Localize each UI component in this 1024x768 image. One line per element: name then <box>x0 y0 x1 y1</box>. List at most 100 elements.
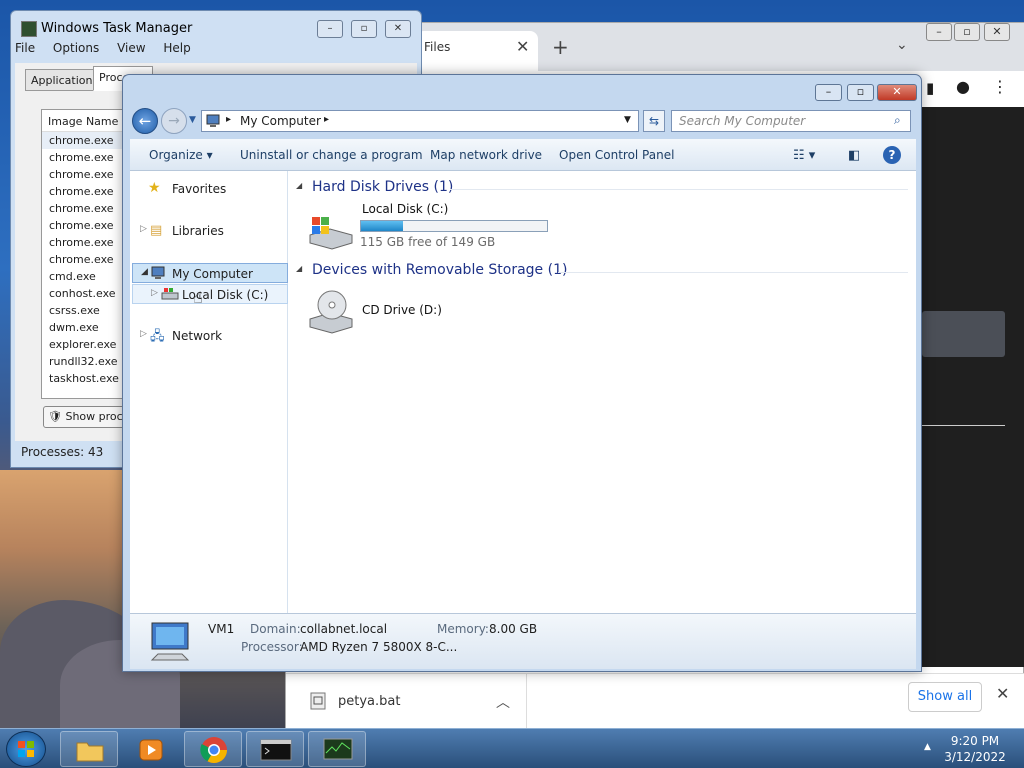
nav-libraries[interactable]: ▷ ▤ Libraries <box>130 221 288 241</box>
help-icon[interactable]: ? <box>883 146 901 164</box>
collapse-arrow-icon[interactable]: ◢ <box>141 267 148 277</box>
search-input[interactable]: Search My Computer ⌕ <box>671 110 911 132</box>
process-row[interactable]: rundll32.exe <box>42 353 130 370</box>
new-tab-icon[interactable]: + <box>552 35 569 59</box>
nav-my-computer-label: My Computer <box>172 267 253 281</box>
taskbar-explorer-button[interactable] <box>60 731 118 767</box>
tray-expand-icon[interactable]: ▲ <box>924 742 931 752</box>
clock-date: 3/12/2022 <box>944 750 1006 764</box>
uninstall-program-button[interactable]: Uninstall or change a program <box>240 148 423 162</box>
process-row[interactable]: explorer.exe <box>42 336 130 353</box>
media-player-icon <box>139 739 163 761</box>
process-row[interactable]: chrome.exe <box>42 200 130 217</box>
process-row[interactable]: chrome.exe <box>42 132 130 149</box>
minimize-button[interactable]: – <box>815 84 842 101</box>
mouse-cursor-hand-icon: ☝ <box>193 288 203 307</box>
process-row[interactable]: chrome.exe <box>42 251 130 268</box>
process-row[interactable]: chrome.exe <box>42 166 130 183</box>
menu-help[interactable]: Help <box>163 41 190 55</box>
close-icon[interactable]: ✕ <box>996 684 1009 703</box>
breadcrumb-my-computer[interactable]: My Computer <box>240 114 321 128</box>
process-row[interactable]: dwm.exe <box>42 319 130 336</box>
search-icon[interactable]: ⌕ <box>894 113 901 128</box>
taskbar-chrome-button[interactable] <box>184 731 242 767</box>
collapse-arrow-icon[interactable]: ◢ <box>296 181 302 190</box>
taskbar-media-player-button[interactable] <box>122 731 180 767</box>
collapse-arrow-icon[interactable]: ◢ <box>296 264 302 273</box>
process-row[interactable]: csrss.exe <box>42 302 130 319</box>
process-row[interactable]: cmd.exe <box>42 268 130 285</box>
chevron-down-icon[interactable]: ⌄ <box>896 37 908 53</box>
chrome-icon <box>200 737 228 764</box>
system-clock[interactable]: 9:20 PM 3/12/2022 <box>940 733 1010 765</box>
view-options-icon[interactable]: ☷ ▾ <box>793 148 815 163</box>
navigation-pane: ★ Favorites ▷ ▤ Libraries ◢ My Computer … <box>130 171 288 613</box>
nav-my-computer[interactable]: ◢ My Computer <box>132 263 288 283</box>
task-manager-icon <box>323 738 353 760</box>
profile-icon[interactable]: ● <box>956 77 970 96</box>
menu-file[interactable]: File <box>15 41 35 55</box>
kebab-menu-icon[interactable]: ⋮ <box>992 77 1008 96</box>
taskbar-task-manager-button[interactable] <box>308 731 366 767</box>
menu-bar: File Options View Help <box>15 41 205 61</box>
close-button[interactable]: ✕ <box>984 23 1010 41</box>
window-title: Windows Task Manager <box>41 21 193 36</box>
chevron-down-icon[interactable]: ▼ <box>624 115 631 125</box>
drive-c-name: Local Disk (C:) <box>362 202 449 216</box>
process-row[interactable]: chrome.exe <box>42 234 130 251</box>
nav-favorites[interactable]: ★ Favorites <box>130 179 288 199</box>
minimize-button[interactable]: – <box>926 23 952 41</box>
menu-view[interactable]: View <box>117 41 145 55</box>
breadcrumb-arrow-icon[interactable]: ▸ <box>324 114 329 125</box>
page-button[interactable] <box>922 311 1005 357</box>
map-network-drive-button[interactable]: Map network drive <box>430 148 542 162</box>
column-header-image-name[interactable]: Image Name <box>42 110 132 132</box>
close-button[interactable]: ✕ <box>877 84 917 101</box>
back-button[interactable]: ← <box>132 108 158 134</box>
open-control-panel-button[interactable]: Open Control Panel <box>559 148 674 162</box>
breadcrumb-arrow-icon[interactable]: ▸ <box>226 114 231 125</box>
expand-arrow-icon[interactable]: ▷ <box>140 224 147 234</box>
process-row[interactable]: chrome.exe <box>42 183 130 200</box>
maximize-button[interactable]: ▫ <box>954 23 980 41</box>
computer-icon <box>206 114 220 127</box>
address-bar[interactable]: ▸ My Computer ▸ ▼ <box>201 110 639 132</box>
drive-local-disk-c[interactable]: Local Disk (C:) 115 GB free of 149 GB <box>298 201 598 251</box>
chrome-tab-title: Files <box>424 40 451 54</box>
nav-local-disk[interactable]: ▷ Local Disk (C:) <box>132 284 288 304</box>
task-manager-icon <box>21 21 37 37</box>
show-all-processes-button[interactable]: 🛡 Show processes from all users <box>43 406 133 428</box>
domain-value: collabnet.local <box>300 622 388 636</box>
menu-options[interactable]: Options <box>53 41 99 55</box>
drive-cd-d[interactable]: CD Drive (D:) <box>298 289 498 339</box>
maximize-button[interactable]: ▫ <box>351 20 377 38</box>
maximize-button[interactable]: ▫ <box>847 84 874 101</box>
process-row[interactable]: chrome.exe <box>42 149 130 166</box>
nav-favorites-label: Favorites <box>172 182 227 196</box>
side-panel-icon[interactable]: ▮ <box>926 79 934 97</box>
forward-button[interactable]: → <box>161 108 187 134</box>
process-row[interactable]: conhost.exe <box>42 285 130 302</box>
show-all-button[interactable]: Show all <box>908 682 982 712</box>
download-item[interactable]: petya.bat ︿ <box>306 688 526 718</box>
refresh-button[interactable]: ⇆ <box>643 110 665 132</box>
expand-arrow-icon[interactable]: ▷ <box>140 329 147 339</box>
close-button[interactable]: ✕ <box>385 20 411 38</box>
chrome-tab[interactable]: Files ✕ <box>416 31 538 71</box>
start-button[interactable] <box>6 731 46 767</box>
taskbar-cmd-button[interactable] <box>246 731 304 767</box>
close-icon[interactable]: ✕ <box>516 37 529 56</box>
recent-pages-icon[interactable]: ▼ <box>189 115 196 125</box>
nav-network[interactable]: ▷ 🖧 Network <box>130 326 288 346</box>
expand-arrow-icon[interactable]: ▷ <box>151 288 158 298</box>
group-hard-disk-drives[interactable]: Hard Disk Drives (1) <box>312 179 453 195</box>
download-filename: petya.bat <box>338 694 401 709</box>
chevron-up-icon[interactable]: ︿ <box>496 692 510 712</box>
group-removable-storage[interactable]: Devices with Removable Storage (1) <box>312 262 567 278</box>
process-row[interactable]: taskhost.exe <box>42 370 130 387</box>
process-row[interactable]: chrome.exe <box>42 217 130 234</box>
organize-button[interactable]: Organize ▾ <box>149 148 213 162</box>
minimize-button[interactable]: – <box>317 20 343 38</box>
preview-pane-icon[interactable]: ◧ <box>848 148 860 163</box>
network-icon: 🖧 <box>150 329 165 344</box>
